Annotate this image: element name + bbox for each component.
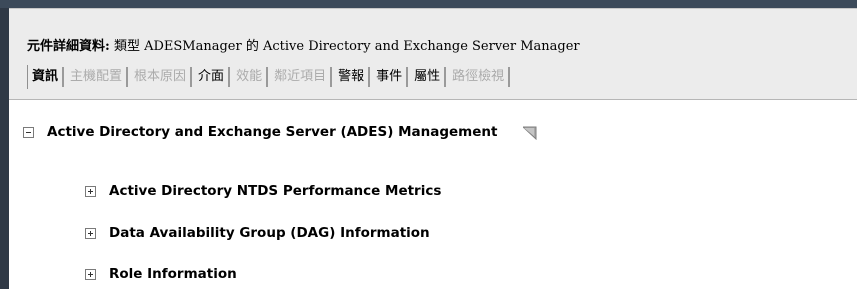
window-top-frame — [0, 0, 857, 8]
tree-item-dag: Data Availability Group (DAG) Informatio… — [85, 225, 430, 241]
tree-item-label: Active Directory NTDS Performance Metric… — [109, 183, 442, 199]
tab-interfaces[interactable]: 介面 — [194, 67, 231, 87]
tab-events[interactable]: 事件 — [372, 67, 409, 87]
expand-icon[interactable] — [85, 227, 96, 239]
tab-info[interactable]: 資訊 — [28, 67, 65, 87]
tree-item-label: Data Availability Group (DAG) Informatio… — [109, 225, 430, 241]
expand-icon[interactable] — [85, 268, 96, 280]
collapse-icon[interactable] — [23, 126, 34, 138]
tab-path-view: 路徑檢視 — [448, 67, 511, 87]
tab-attributes[interactable]: 屬性 — [410, 67, 447, 87]
title-prefix: 元件詳細資料: — [27, 39, 110, 54]
flag-icon — [522, 125, 539, 141]
tree-item-role: Role Information — [85, 266, 237, 282]
tab-root-cause: 根本原因 — [130, 67, 193, 87]
tab-neighbors: 鄰近項目 — [270, 67, 333, 87]
tab-alarms[interactable]: 警報 — [334, 67, 371, 87]
tree-root-row: Active Directory and Exchange Server (AD… — [23, 124, 539, 141]
tab-performance: 效能 — [232, 67, 269, 87]
window-left-frame — [0, 8, 9, 289]
tab-host-config: 主機配置 — [66, 67, 129, 87]
tree-item-ntds: Active Directory NTDS Performance Metric… — [85, 183, 441, 199]
tree-root-label: Active Directory and Exchange Server (AD… — [47, 124, 498, 140]
expand-icon[interactable] — [85, 185, 96, 197]
tree-item-label: Role Information — [109, 266, 237, 282]
details-header: 元件詳細資料: 類型 ADESManager 的 Active Director… — [9, 9, 857, 100]
title-text: 類型 ADESManager 的 Active Directory and Ex… — [113, 39, 580, 54]
page-title: 元件詳細資料: 類型 ADESManager 的 Active Director… — [27, 35, 580, 54]
component-details-panel: 元件詳細資料: 類型 ADESManager 的 Active Director… — [9, 8, 857, 290]
tab-bar: 資訊 主機配置 根本原因 介面 效能 鄰近項目 警報 事件 屬性 路徑檢視 — [27, 65, 512, 89]
